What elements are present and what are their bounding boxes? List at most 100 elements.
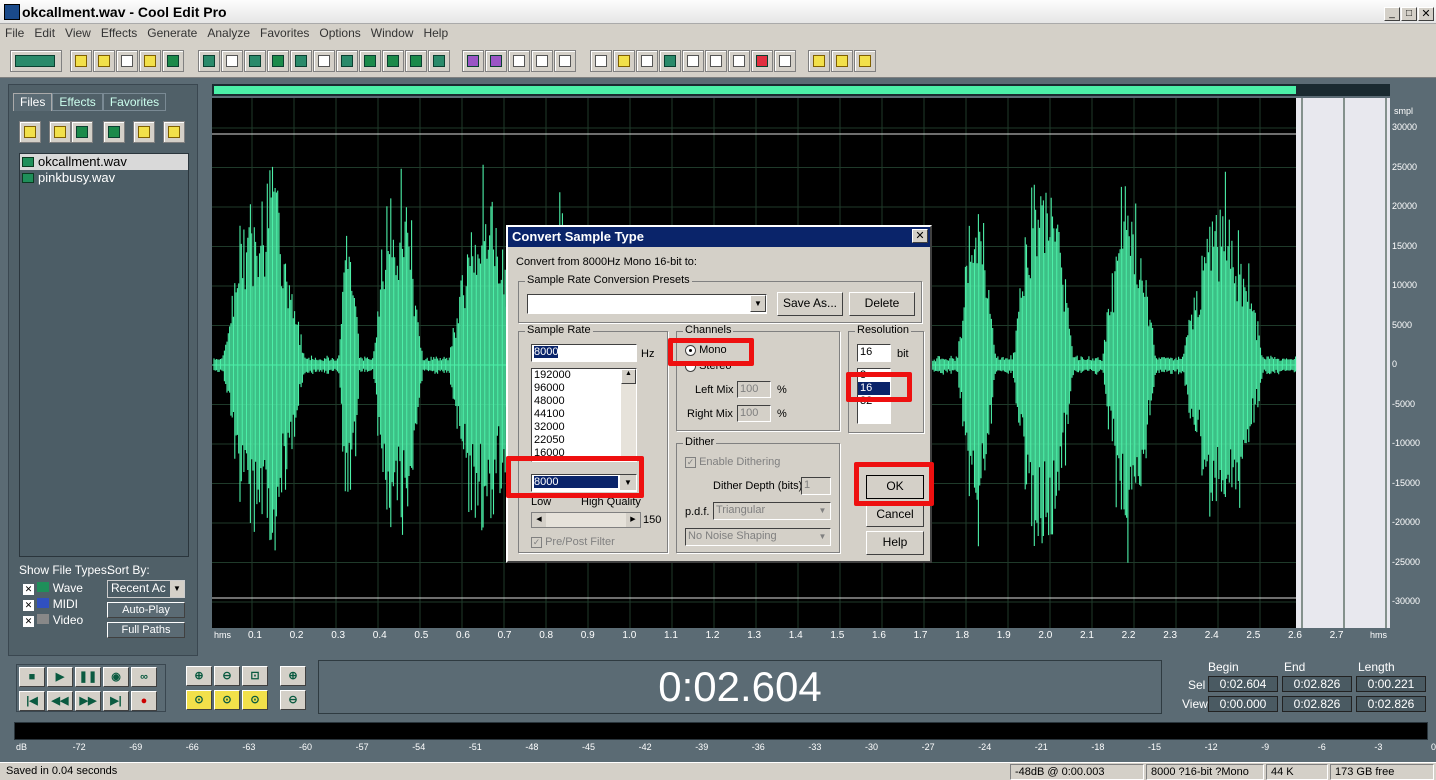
dither-depth-input[interactable]: 1	[801, 477, 831, 495]
menu-file[interactable]: File	[0, 24, 29, 42]
record-icon[interactable]: ●	[131, 691, 157, 711]
edit-file-icon[interactable]	[103, 121, 125, 143]
dialog-close-icon[interactable]: ✕	[912, 229, 928, 243]
list-scrollbar[interactable]: ▲	[621, 369, 636, 461]
sel-end-field[interactable]: 0:02.826	[1282, 676, 1352, 692]
menu-analyze[interactable]: Analyze	[202, 24, 255, 42]
checkbox-icon[interactable]: ✓	[531, 536, 542, 548]
play-view-icon[interactable]	[659, 50, 681, 72]
slider-left-icon[interactable]: ◀	[532, 513, 546, 527]
zoom-in-icon[interactable]: ⊕	[186, 666, 212, 686]
view-icon-1[interactable]	[590, 50, 612, 72]
menu-edit[interactable]: Edit	[29, 24, 60, 42]
scripts-icon[interactable]	[831, 50, 853, 72]
settings-icon[interactable]	[808, 50, 830, 72]
pdf-select[interactable]: Triangular ▼	[713, 502, 831, 520]
right-mix-input[interactable]: 100	[737, 405, 771, 422]
menu-generate[interactable]: Generate	[142, 24, 202, 42]
fast-forward-icon[interactable]: ▶▶	[75, 691, 101, 711]
sample-rate-input[interactable]: 8000	[531, 344, 637, 362]
normalize-icon[interactable]	[485, 50, 507, 72]
mute-icon[interactable]	[405, 50, 427, 72]
overview-range[interactable]	[214, 86, 1296, 94]
checkbox-icon[interactable]: ✕	[23, 600, 34, 611]
go-end-icon[interactable]: ▶|	[103, 691, 129, 711]
chevron-down-icon[interactable]: ▼	[750, 295, 766, 312]
redo-icon[interactable]	[221, 50, 243, 72]
zoom-out-vertical-icon[interactable]: ⊖	[280, 690, 306, 710]
undo-icon[interactable]	[198, 50, 220, 72]
delete-button[interactable]: Delete	[849, 292, 915, 316]
zoom-full-icon[interactable]: ⊡	[242, 666, 268, 686]
resolution-input[interactable]: 16	[857, 344, 891, 362]
export-icon[interactable]	[162, 50, 184, 72]
stop-icon[interactable]: ■	[19, 667, 45, 687]
zoom-in-vertical-icon[interactable]: ⊕	[280, 666, 306, 686]
app-icon[interactable]	[4, 4, 20, 20]
view-icon-3[interactable]	[636, 50, 658, 72]
sel-begin-field[interactable]: 0:02.604	[1208, 676, 1278, 692]
grid-icon-1[interactable]	[508, 50, 530, 72]
time-display-icon[interactable]	[705, 50, 727, 72]
zoom-out-icon[interactable]: ⊖	[214, 666, 240, 686]
enable-dithering-checkbox[interactable]: ✓ Enable Dithering	[685, 456, 780, 468]
grid-icon-2[interactable]	[531, 50, 553, 72]
cut-icon[interactable]	[313, 50, 335, 72]
envelope-icon[interactable]	[462, 50, 484, 72]
close-button[interactable]: ✕	[1418, 7, 1434, 21]
type-video[interactable]: ✕ Video	[23, 613, 83, 627]
help-button[interactable]: Help	[866, 531, 924, 555]
menu-view[interactable]: View	[60, 24, 96, 42]
save-all-icon[interactable]	[139, 50, 161, 72]
go-start-icon[interactable]: |◀	[19, 691, 45, 711]
copy-new-icon[interactable]	[267, 50, 289, 72]
paste-new-icon[interactable]	[359, 50, 381, 72]
trim-icon[interactable]	[244, 50, 266, 72]
pre-post-filter-checkbox[interactable]: ✓ Pre/Post Filter	[531, 536, 615, 548]
chevron-down-icon[interactable]: ▼	[170, 581, 184, 597]
view-icon-2[interactable]	[613, 50, 635, 72]
zoom-view-icon[interactable]	[682, 50, 704, 72]
view-length-field[interactable]: 0:02.826	[1356, 696, 1426, 712]
list-item[interactable]: okcallment.wav	[20, 154, 188, 170]
open-icon[interactable]	[19, 121, 41, 143]
sort-select[interactable]: Recent Ac ▼	[107, 580, 185, 598]
mix-paste-icon[interactable]	[382, 50, 404, 72]
zoom-right-icon[interactable]: ⊙	[214, 690, 240, 710]
minimize-button[interactable]: _	[1384, 7, 1400, 21]
tab-favorites[interactable]: Favorites	[102, 93, 167, 111]
grid-display-icon[interactable]	[728, 50, 750, 72]
list-item[interactable]: pinkbusy.wav	[20, 170, 188, 186]
zoom-selection-icon[interactable]: ⊙	[242, 690, 268, 710]
slider-right-icon[interactable]: ▶	[626, 513, 640, 527]
save-as-button[interactable]: Save As...	[777, 292, 843, 316]
organizer-help-icon[interactable]	[163, 121, 185, 143]
sel-length-field[interactable]: 0:00.221	[1356, 676, 1426, 692]
noise-shaping-select[interactable]: No Noise Shaping ▼	[685, 528, 831, 546]
checkbox-icon[interactable]: ✕	[23, 616, 34, 627]
pause-icon[interactable]: ❚❚	[75, 667, 101, 687]
chevron-down-icon[interactable]: ▼	[815, 529, 830, 544]
open-file-icon[interactable]	[93, 50, 115, 72]
checkbox-icon[interactable]: ✕	[23, 584, 34, 595]
menu-help[interactable]: Help	[418, 24, 453, 42]
cancel-button[interactable]: Cancel	[866, 503, 924, 527]
spectrum-icon[interactable]	[751, 50, 773, 72]
help-icon[interactable]	[854, 50, 876, 72]
scroll-up-icon[interactable]: ▲	[621, 369, 636, 384]
info-icon[interactable]	[774, 50, 796, 72]
grid-icon-3[interactable]	[554, 50, 576, 72]
loop-icon[interactable]: ∞	[131, 667, 157, 687]
left-mix-input[interactable]: 100	[737, 381, 771, 398]
full-paths-button[interactable]: Full Paths	[107, 622, 185, 638]
crossfade-icon[interactable]	[428, 50, 450, 72]
menu-window[interactable]: Window	[366, 24, 419, 42]
type-midi[interactable]: ✕ MIDI	[23, 597, 78, 611]
menu-effects[interactable]: Effects	[96, 24, 142, 42]
tab-files[interactable]: Files	[13, 93, 53, 111]
new-file-icon[interactable]	[70, 50, 92, 72]
view-end-field[interactable]: 0:02.826	[1282, 696, 1352, 712]
type-wave[interactable]: ✕ Wave	[23, 581, 83, 595]
save-icon[interactable]	[116, 50, 138, 72]
presets-combo[interactable]: ▼	[527, 294, 767, 314]
